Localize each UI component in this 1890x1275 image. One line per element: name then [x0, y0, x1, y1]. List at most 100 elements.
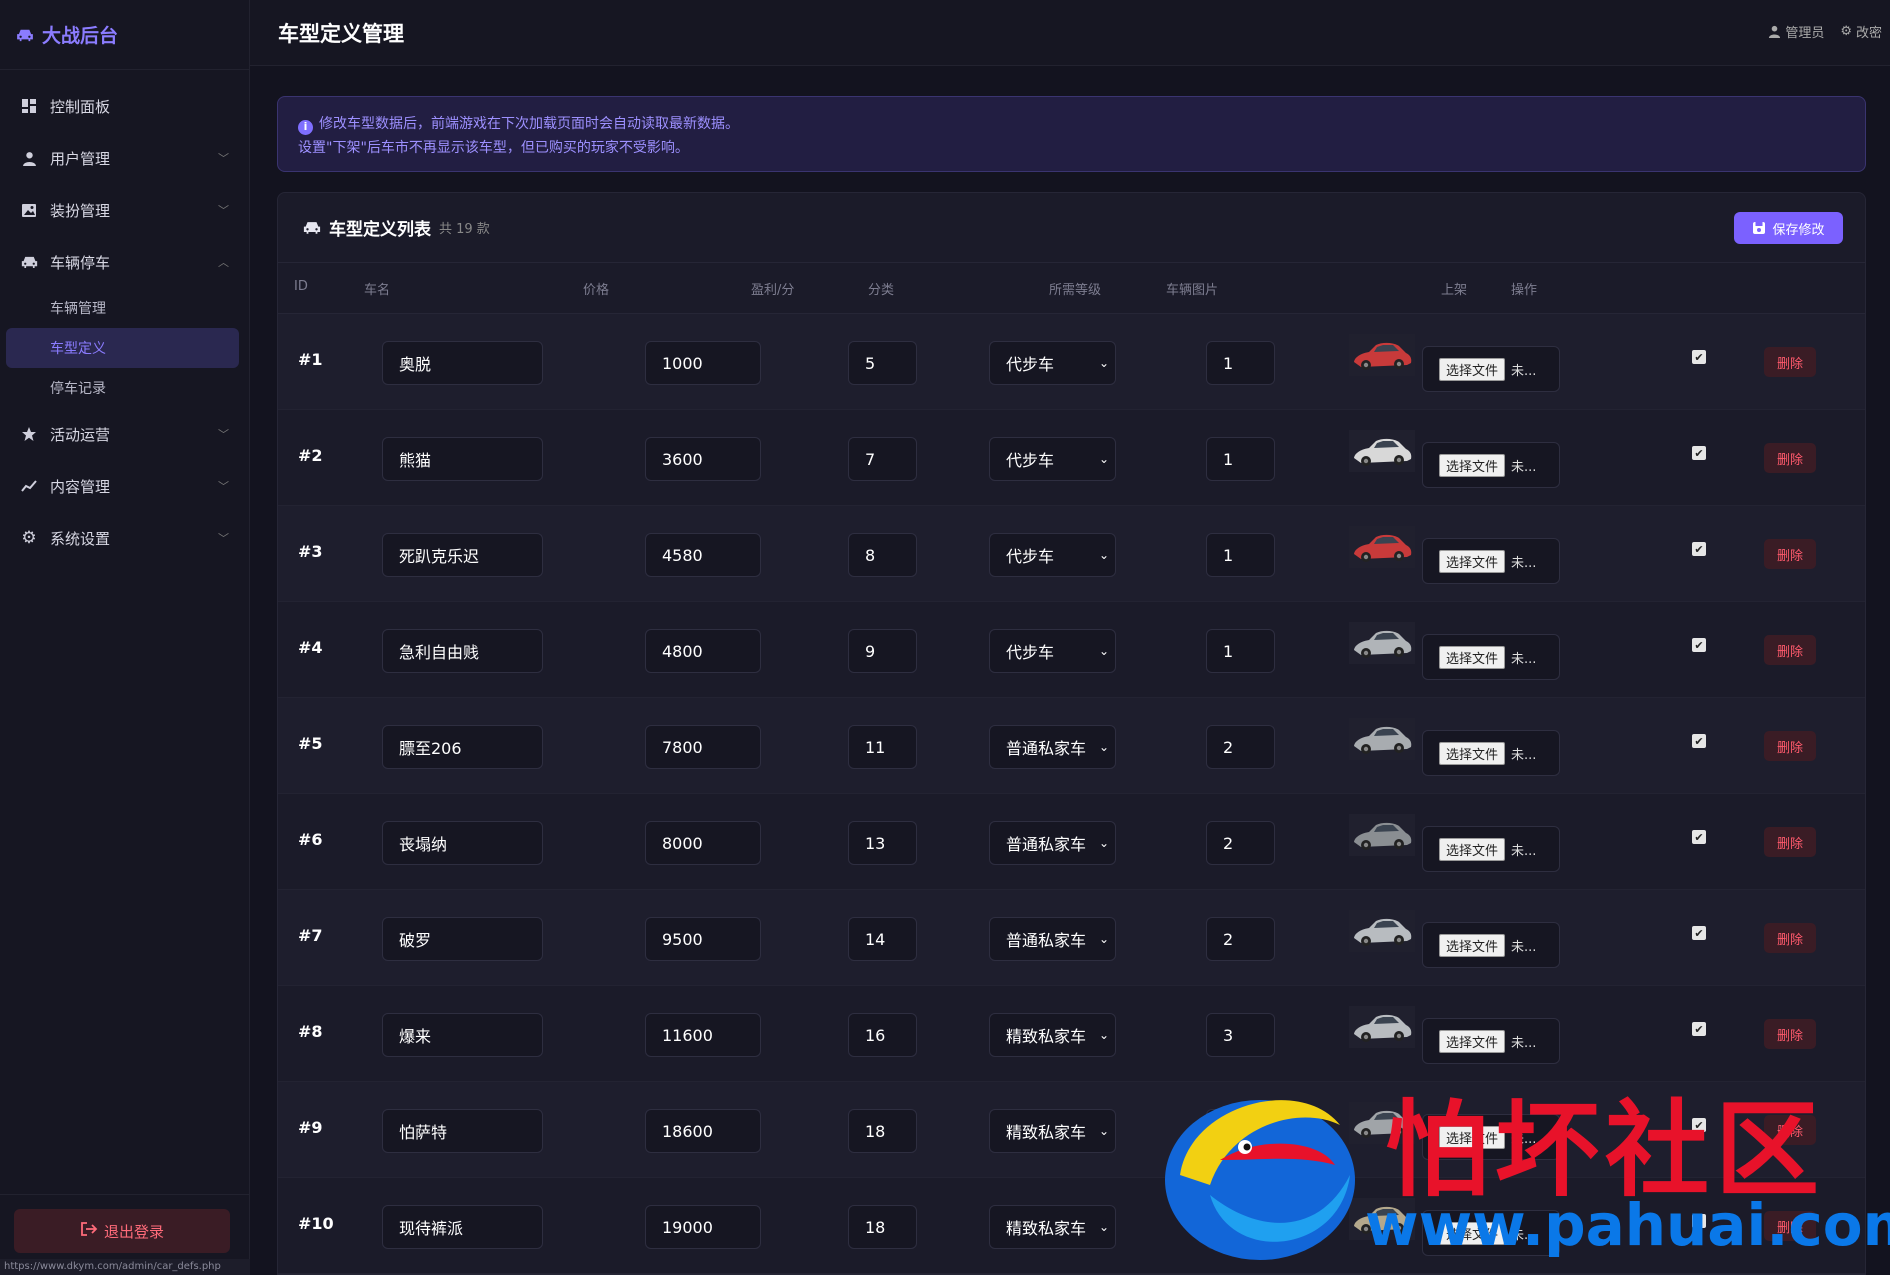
- category-select[interactable]: 精致私家车 ⌄: [989, 1109, 1116, 1153]
- image-file-input[interactable]: 选择文件 未...: [1422, 634, 1560, 680]
- car-name-input[interactable]: 熊猫: [382, 437, 543, 481]
- listed-checkbox[interactable]: ✔: [1692, 926, 1706, 940]
- choose-file-button[interactable]: 选择文件: [1439, 837, 1506, 861]
- price-input[interactable]: 18600: [645, 1109, 761, 1153]
- profit-input[interactable]: 16: [848, 1013, 917, 1057]
- delete-button[interactable]: 删除: [1764, 635, 1816, 665]
- car-name-input[interactable]: 现待裤派: [382, 1205, 543, 1249]
- price-input[interactable]: 3600: [645, 437, 761, 481]
- profit-input[interactable]: 14: [848, 917, 917, 961]
- change-password[interactable]: ⚙ 改密: [1840, 22, 1882, 41]
- choose-file-button[interactable]: 选择文件: [1439, 1125, 1506, 1149]
- level-input[interactable]: [1206, 1205, 1275, 1249]
- listed-checkbox[interactable]: ✔: [1692, 734, 1706, 748]
- profit-input[interactable]: 11: [848, 725, 917, 769]
- category-select[interactable]: 普通私家车 ⌄: [989, 821, 1116, 865]
- listed-checkbox[interactable]: ✔: [1692, 1022, 1706, 1036]
- delete-button[interactable]: 删除: [1764, 1019, 1816, 1049]
- profit-input[interactable]: 18: [848, 1109, 917, 1153]
- category-select[interactable]: 精致私家车 ⌄: [989, 1205, 1116, 1249]
- category-select[interactable]: 精致私家车 ⌄: [989, 1013, 1116, 1057]
- profit-input[interactable]: 7: [848, 437, 917, 481]
- delete-button[interactable]: 删除: [1764, 443, 1816, 473]
- level-input[interactable]: 2: [1206, 821, 1275, 865]
- level-input[interactable]: [1206, 1109, 1275, 1153]
- choose-file-button[interactable]: 选择文件: [1439, 645, 1506, 669]
- car-name-input[interactable]: 急利自由贱: [382, 629, 543, 673]
- listed-checkbox[interactable]: ✔: [1692, 1118, 1706, 1132]
- choose-file-button[interactable]: 选择文件: [1439, 549, 1506, 573]
- image-file-input[interactable]: 选择文件 未...: [1422, 1210, 1560, 1256]
- car-name-input[interactable]: 爆来: [382, 1013, 543, 1057]
- image-file-input[interactable]: 选择文件 未...: [1422, 1018, 1560, 1064]
- choose-file-button[interactable]: 选择文件: [1439, 933, 1506, 957]
- profit-input[interactable]: 18: [848, 1205, 917, 1249]
- category-select[interactable]: 普通私家车 ⌄: [989, 725, 1116, 769]
- sidebar-item-events[interactable]: 活动运营 ﹀: [0, 408, 249, 460]
- sidebar-item-parking[interactable]: 车辆停车 ︿: [0, 236, 249, 288]
- level-input[interactable]: 3: [1206, 1013, 1275, 1057]
- listed-checkbox[interactable]: ✔: [1692, 1214, 1706, 1228]
- price-input[interactable]: 8000: [645, 821, 761, 865]
- category-select[interactable]: 代步车 ⌄: [989, 629, 1116, 673]
- price-input[interactable]: 19000: [645, 1205, 761, 1249]
- delete-button[interactable]: 删除: [1764, 1211, 1816, 1241]
- level-input[interactable]: 2: [1206, 917, 1275, 961]
- category-select[interactable]: 代步车 ⌄: [989, 341, 1116, 385]
- price-input[interactable]: 4580: [645, 533, 761, 577]
- sidebar-item-dashboard[interactable]: 控制面板: [0, 80, 249, 132]
- price-input[interactable]: 1000: [645, 341, 761, 385]
- category-select[interactable]: 代步车 ⌄: [989, 533, 1116, 577]
- logout-button[interactable]: 退出登录: [14, 1209, 230, 1253]
- car-name-input[interactable]: 丧塌纳: [382, 821, 543, 865]
- choose-file-button[interactable]: 选择文件: [1439, 357, 1506, 381]
- choose-file-button[interactable]: 选择文件: [1439, 1029, 1506, 1053]
- car-name-input[interactable]: 膘至206: [382, 725, 543, 769]
- profit-input[interactable]: 8: [848, 533, 917, 577]
- delete-button[interactable]: 删除: [1764, 1115, 1816, 1145]
- image-file-input[interactable]: 选择文件 未...: [1422, 538, 1560, 584]
- level-input[interactable]: 2: [1206, 725, 1275, 769]
- listed-checkbox[interactable]: ✔: [1692, 542, 1706, 556]
- listed-checkbox[interactable]: ✔: [1692, 638, 1706, 652]
- brand[interactable]: 大战后台: [0, 0, 249, 70]
- listed-checkbox[interactable]: ✔: [1692, 446, 1706, 460]
- choose-file-button[interactable]: 选择文件: [1439, 741, 1506, 765]
- price-input[interactable]: 9500: [645, 917, 761, 961]
- profit-input[interactable]: 5: [848, 341, 917, 385]
- profit-input[interactable]: 13: [848, 821, 917, 865]
- car-name-input[interactable]: 奥脱: [382, 341, 543, 385]
- image-file-input[interactable]: 选择文件 未...: [1422, 922, 1560, 968]
- price-input[interactable]: 7800: [645, 725, 761, 769]
- choose-file-button[interactable]: 选择文件: [1439, 453, 1506, 477]
- listed-checkbox[interactable]: ✔: [1692, 830, 1706, 844]
- delete-button[interactable]: 删除: [1764, 347, 1816, 377]
- sidebar-item-settings[interactable]: ⚙ 系统设置 ﹀: [0, 512, 249, 564]
- image-file-input[interactable]: 选择文件 未...: [1422, 442, 1560, 488]
- level-input[interactable]: 1: [1206, 341, 1275, 385]
- category-select[interactable]: 代步车 ⌄: [989, 437, 1116, 481]
- choose-file-button[interactable]: 选择文件: [1439, 1221, 1506, 1245]
- level-input[interactable]: 1: [1206, 437, 1275, 481]
- delete-button[interactable]: 删除: [1764, 731, 1816, 761]
- image-file-input[interactable]: 选择文件 未...: [1422, 826, 1560, 872]
- sidebar-item-skins[interactable]: 装扮管理 ﹀: [0, 184, 249, 236]
- price-input[interactable]: 4800: [645, 629, 761, 673]
- car-name-input[interactable]: 怕萨特: [382, 1109, 543, 1153]
- car-name-input[interactable]: 死趴克乐迟: [382, 533, 543, 577]
- image-file-input[interactable]: 选择文件 未...: [1422, 1114, 1560, 1160]
- sidebar-subitem[interactable]: 车辆管理: [6, 288, 239, 328]
- price-input[interactable]: 11600: [645, 1013, 761, 1057]
- delete-button[interactable]: 删除: [1764, 923, 1816, 953]
- category-select[interactable]: 普通私家车 ⌄: [989, 917, 1116, 961]
- sidebar-item-users[interactable]: 用户管理 ﹀: [0, 132, 249, 184]
- level-input[interactable]: 1: [1206, 629, 1275, 673]
- profit-input[interactable]: 9: [848, 629, 917, 673]
- admin-user[interactable]: 管理员: [1768, 22, 1824, 41]
- car-name-input[interactable]: 破罗: [382, 917, 543, 961]
- image-file-input[interactable]: 选择文件 未...: [1422, 346, 1560, 392]
- sidebar-subitem[interactable]: 车型定义: [6, 328, 239, 368]
- sidebar-item-content[interactable]: 内容管理 ﹀: [0, 460, 249, 512]
- level-input[interactable]: 1: [1206, 533, 1275, 577]
- delete-button[interactable]: 删除: [1764, 539, 1816, 569]
